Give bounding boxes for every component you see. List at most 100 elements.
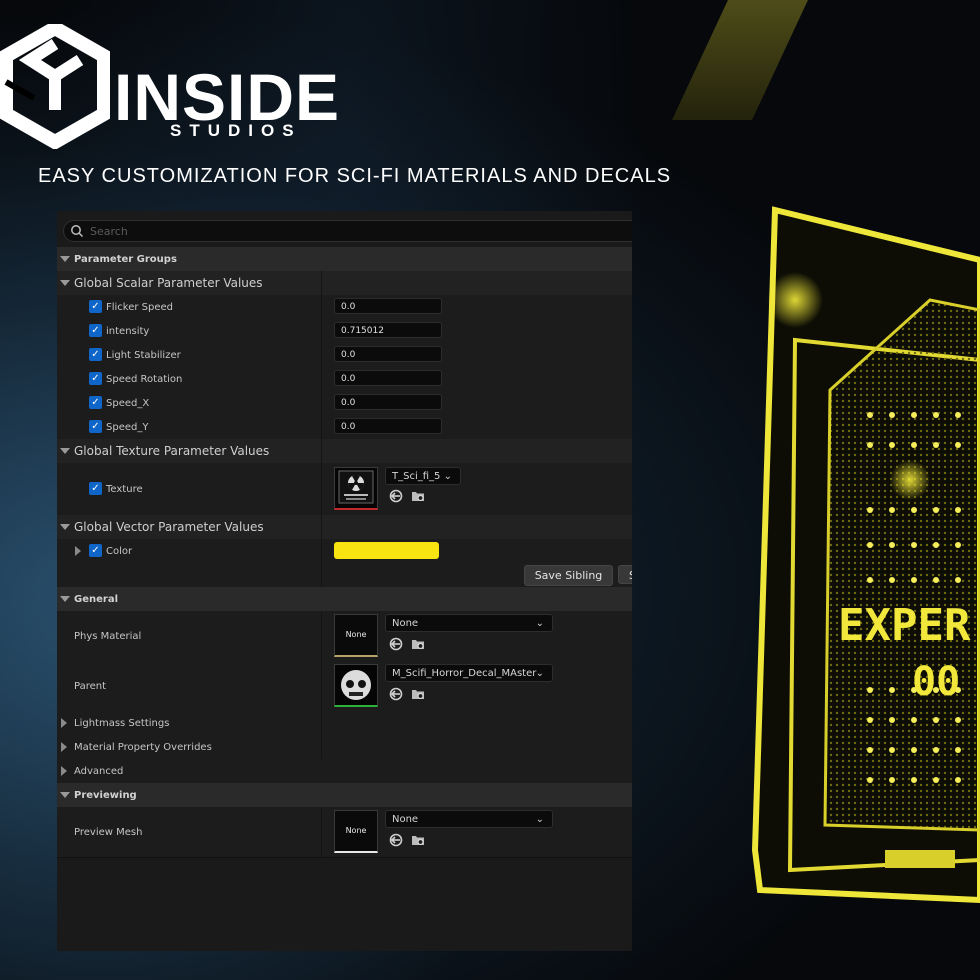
brand-logo: INSIDE STUDIOS <box>0 24 339 149</box>
chevron-down-icon: ⌄ <box>443 471 452 482</box>
column-divider <box>321 611 322 661</box>
save-child-button[interactable]: S <box>618 565 632 584</box>
search-icon <box>71 225 84 238</box>
phys-material-value: None <box>392 618 419 629</box>
value-field[interactable]: 0.0 <box>334 346 442 362</box>
column-divider <box>321 735 322 759</box>
browse-folder-icon[interactable] <box>411 637 425 651</box>
texture-dropdown[interactable]: T_Sci_fi_5 ⌄ <box>385 467 461 485</box>
param-label: Texture <box>106 483 143 495</box>
param-row: ✓ Flicker Speed 0.0 <box>57 295 632 320</box>
group-global-scalar[interactable]: Global Scalar Parameter Values <box>57 271 632 296</box>
section-label: Lightmass Settings <box>74 717 170 729</box>
param-row: ✓ Speed Rotation 0.0 <box>57 367 632 392</box>
search-bar[interactable] <box>63 220 632 242</box>
neon-text-line2: 00 <box>912 659 960 705</box>
column-divider <box>321 539 322 563</box>
browse-folder-icon[interactable] <box>411 489 425 503</box>
column-divider <box>321 807 322 857</box>
preview-mesh-value: None <box>392 814 419 825</box>
category-label: Parameter Groups <box>74 253 177 265</box>
expand-arrow-icon[interactable] <box>61 766 67 776</box>
headline: EASY CUSTOMIZATION FOR SCI-FI MATERIALS … <box>38 165 672 187</box>
preview-mesh-dropdown[interactable]: None ⌄ <box>385 810 553 828</box>
phys-material-dropdown[interactable]: None ⌄ <box>385 614 553 632</box>
phys-material-thumbnail[interactable]: None <box>334 614 378 657</box>
column-divider <box>321 711 322 735</box>
param-label: Speed Rotation <box>106 373 183 385</box>
row-overrides[interactable]: Material Property Overrides <box>57 735 632 760</box>
color-swatch[interactable] <box>334 542 439 559</box>
checkbox[interactable]: ✓ <box>89 372 102 385</box>
value-field[interactable]: 0.0 <box>334 370 442 386</box>
browse-folder-icon[interactable] <box>411 833 425 847</box>
chevron-down-icon: ⌄ <box>535 618 544 629</box>
parent-thumbnail[interactable] <box>334 664 378 707</box>
category-label: General <box>74 593 118 605</box>
browse-folder-icon[interactable] <box>411 687 425 701</box>
category-label: Previewing <box>74 789 137 801</box>
column-divider <box>321 343 322 367</box>
category-general[interactable]: General <box>57 587 632 612</box>
save-sibling-button[interactable]: Save Sibling <box>524 565 613 586</box>
column-divider <box>321 391 322 415</box>
param-label: Speed_X <box>106 397 150 409</box>
param-label: intensity <box>106 325 150 337</box>
checkbox[interactable]: ✓ <box>89 482 102 495</box>
param-label: Preview Mesh <box>74 826 143 838</box>
collapse-arrow-icon[interactable] <box>60 792 70 798</box>
chevron-down-icon: ⌄ <box>535 814 544 825</box>
param-label: Color <box>106 545 133 557</box>
search-input[interactable] <box>88 222 632 240</box>
column-divider <box>321 415 322 439</box>
group-global-vector[interactable]: Global Vector Parameter Values <box>57 515 632 540</box>
group-label: Global Texture Parameter Values <box>74 444 270 458</box>
column-divider <box>321 271 322 295</box>
collapse-arrow-icon[interactable] <box>60 280 70 286</box>
checkbox[interactable]: ✓ <box>89 544 102 557</box>
expand-arrow-icon[interactable] <box>61 742 67 752</box>
neon-text-line1: EXPER <box>838 600 971 651</box>
category-previewing[interactable]: Previewing <box>57 783 632 808</box>
column-divider <box>321 661 322 711</box>
row-lightmass[interactable]: Lightmass Settings <box>57 711 632 736</box>
value-field[interactable]: 0.0 <box>334 394 442 410</box>
collapse-arrow-icon[interactable] <box>60 524 70 530</box>
param-label: Light Stabilizer <box>106 349 181 361</box>
checkbox[interactable]: ✓ <box>89 324 102 337</box>
group-label: Global Vector Parameter Values <box>74 520 264 534</box>
collapse-arrow-icon[interactable] <box>60 596 70 602</box>
collapse-arrow-icon[interactable] <box>60 256 70 262</box>
checkbox[interactable]: ✓ <box>89 420 102 433</box>
collapse-arrow-icon[interactable] <box>60 448 70 454</box>
row-advanced[interactable]: Advanced <box>57 759 632 784</box>
save-row: Save Sibling S <box>57 563 632 588</box>
section-label: Advanced <box>74 765 124 777</box>
reset-arrow-icon[interactable] <box>389 687 403 701</box>
column-divider <box>321 515 322 539</box>
category-parameter-groups[interactable]: Parameter Groups <box>57 247 632 272</box>
texture-thumbnail[interactable] <box>334 467 378 510</box>
reset-arrow-icon[interactable] <box>389 637 403 651</box>
reset-arrow-icon[interactable] <box>389 833 403 847</box>
checkbox[interactable]: ✓ <box>89 348 102 361</box>
param-row: ✓ Light Stabilizer 0.0 <box>57 343 632 368</box>
value-field[interactable]: 0.715012 <box>334 322 442 338</box>
row-parent: Parent M_Scifi_Horror_Decal_MAster ⌄ <box>57 661 632 712</box>
neon-sign-art: EXPER 00 <box>751 206 980 904</box>
value-field[interactable]: 0.0 <box>334 418 442 434</box>
expand-arrow-icon[interactable] <box>61 718 67 728</box>
expand-arrow-icon[interactable] <box>75 546 81 556</box>
param-label: Parent <box>74 680 107 692</box>
reset-arrow-icon[interactable] <box>389 489 403 503</box>
column-divider <box>321 463 322 515</box>
group-global-texture[interactable]: Global Texture Parameter Values <box>57 439 632 464</box>
param-label: Speed_Y <box>106 421 149 433</box>
value-field[interactable]: 0.0 <box>334 298 442 314</box>
preview-mesh-thumbnail[interactable]: None <box>334 810 378 853</box>
checkbox[interactable]: ✓ <box>89 396 102 409</box>
brand-sub: STUDIOS <box>170 121 302 140</box>
parent-dropdown[interactable]: M_Scifi_Horror_Decal_MAster ⌄ <box>385 664 553 682</box>
checkbox[interactable]: ✓ <box>89 300 102 313</box>
cube-logo-icon <box>0 24 110 149</box>
